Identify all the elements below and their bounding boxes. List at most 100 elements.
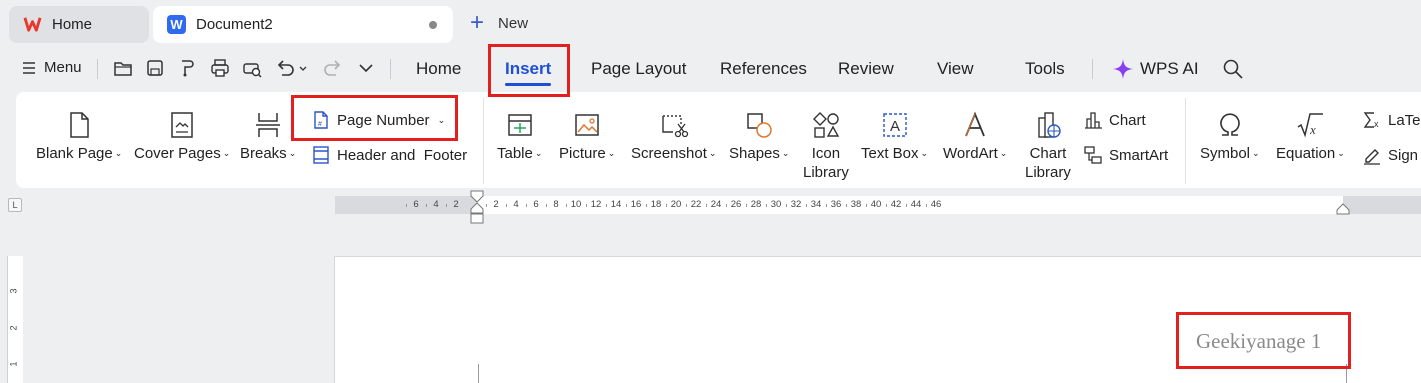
latex-label: LaTeX — [1388, 111, 1421, 129]
vruler-number: 1 — [8, 361, 19, 367]
ruler-number: 36 — [830, 199, 842, 210]
chart-library-label-1: Chart — [1029, 145, 1067, 162]
highlight-page-number — [291, 95, 458, 141]
tab-home-label: Home — [52, 16, 93, 33]
smartart-icon — [1084, 146, 1102, 164]
vruler-number: 3 — [8, 288, 19, 294]
tab-view[interactable]: View — [937, 59, 974, 79]
sparkle-icon — [1113, 59, 1133, 79]
hamburger-icon — [23, 61, 35, 74]
ruler-tick — [406, 204, 407, 207]
equation-label: Equation — [1276, 145, 1336, 162]
wordart-icon — [965, 111, 985, 137]
save-icon[interactable] — [144, 57, 166, 79]
picture-button[interactable]: Picture ⌄ — [559, 110, 615, 162]
print-preview-icon[interactable] — [241, 57, 263, 79]
ribbon-divider — [483, 98, 484, 184]
ruler-tick — [626, 204, 627, 207]
tab-references[interactable]: References — [720, 59, 807, 79]
ruler-tick — [926, 204, 927, 207]
table-button[interactable]: Table ⌄ — [497, 110, 542, 162]
ruler-number: 46 — [930, 199, 942, 210]
ruler-number: 6 — [533, 199, 539, 210]
tab-page-layout[interactable]: Page Layout — [591, 59, 686, 79]
scissors-icon — [662, 115, 688, 138]
tab-document[interactable]: W Document2 — [153, 6, 453, 43]
open-folder-icon[interactable] — [112, 57, 134, 79]
ruler-tick — [846, 204, 847, 207]
tab-tools[interactable]: Tools — [1025, 59, 1065, 79]
ruler-number: 20 — [670, 199, 682, 210]
ruler-tick — [726, 204, 727, 207]
smartart-button[interactable]: SmartArt — [1083, 145, 1168, 165]
wordart-label: WordArt — [943, 145, 998, 162]
screenshot-label: Screenshot — [631, 145, 707, 162]
print-icon[interactable] — [209, 57, 231, 79]
table-label: Table — [497, 145, 533, 162]
screenshot-button[interactable]: Screenshot ⌄ — [631, 110, 716, 162]
shapes-button[interactable]: Shapes ⌄ — [729, 110, 789, 162]
ruler-tick — [826, 204, 827, 207]
symbol-label: Symbol — [1200, 145, 1251, 162]
sign-label: Sign — [1388, 146, 1419, 164]
ruler-number: 4 — [513, 199, 519, 210]
header-footer-label: Header and Footer — [337, 146, 468, 164]
cover-page-icon — [171, 112, 193, 138]
smartart-label: SmartArt — [1109, 146, 1169, 164]
format-painter-icon[interactable] — [176, 57, 198, 79]
menu-button[interactable]: Menu — [22, 59, 82, 76]
new-tab-button[interactable]: + New — [470, 9, 528, 36]
icon-library-label-2: Library — [803, 164, 849, 181]
wordart-button[interactable]: WordArt ⌄ — [943, 110, 1007, 162]
horizontal-ruler[interactable]: 6 4 2 2 4 6 8 10 12 14 16 18 20 22 24 26 28 30 32 34 36 38 40 4… — [335, 196, 1421, 214]
ruler-tick — [646, 204, 647, 207]
search-icon[interactable] — [1222, 58, 1244, 80]
ruler-tick — [506, 204, 507, 207]
ruler-tick — [766, 204, 767, 207]
sign-button[interactable]: Sign — [1362, 145, 1418, 165]
ruler-number: 44 — [910, 199, 922, 210]
chart-library-button[interactable]: Chart Library — [1025, 110, 1071, 182]
icon-library-button[interactable]: Icon Library — [803, 110, 849, 182]
undo-icon[interactable] — [274, 57, 308, 79]
vruler-number: 2 — [8, 325, 19, 331]
ruler-number: 4 — [433, 199, 439, 210]
blank-page-button[interactable]: Blank Page ⌄ — [36, 110, 122, 162]
tab-home[interactable]: Home — [9, 6, 149, 43]
equation-button[interactable]: x Equation ⌄ — [1276, 110, 1345, 162]
latex-button[interactable]: x LaTeX — [1362, 110, 1421, 130]
vertical-ruler[interactable]: 3 2 1 — [7, 256, 23, 383]
chart-button[interactable]: Chart — [1083, 110, 1146, 130]
ruler-number: 16 — [630, 199, 642, 210]
tab-review[interactable]: Review — [838, 59, 894, 79]
sqrt-x-icon: x — [1297, 113, 1324, 138]
chevron-down-icon[interactable] — [355, 57, 377, 79]
chart-library-label-2: Library — [1025, 164, 1071, 181]
ruler-tick — [446, 204, 447, 207]
tab-document-label: Document2 — [196, 16, 273, 33]
cover-pages-button[interactable]: Cover Pages ⌄ — [134, 110, 230, 162]
right-indent-marker-icon[interactable] — [1336, 203, 1350, 215]
tab-stop-selector[interactable]: L — [8, 198, 22, 212]
highlight-header-text — [1176, 312, 1351, 369]
ruler-tick — [606, 204, 607, 207]
svg-text:x: x — [1374, 119, 1379, 129]
tab-home-menu[interactable]: Home — [416, 59, 461, 79]
breaks-button[interactable]: Breaks ⌄ — [240, 110, 296, 162]
header-footer-button[interactable]: Header and Footer — [311, 145, 467, 165]
symbol-button[interactable]: Symbol ⌄ — [1200, 110, 1260, 162]
ruler-number: 30 — [770, 199, 782, 210]
icon-library-label-1: Icon — [811, 145, 841, 162]
sigma-x-icon: x — [1363, 112, 1379, 129]
redo-icon[interactable] — [322, 57, 344, 79]
indent-marker-icon[interactable] — [470, 190, 484, 226]
ruler-tick — [686, 204, 687, 207]
wps-ai-button[interactable]: WPS AI — [1112, 58, 1199, 80]
ruler-number: 8 — [553, 199, 559, 210]
text-box-button[interactable]: A Text Box ⌄ — [861, 110, 928, 162]
chart-library-icon — [1038, 112, 1061, 138]
shapes-icon — [747, 113, 772, 138]
plus-icon: + — [470, 9, 485, 36]
ruler-tick — [706, 204, 707, 207]
ruler-number: 18 — [650, 199, 662, 210]
